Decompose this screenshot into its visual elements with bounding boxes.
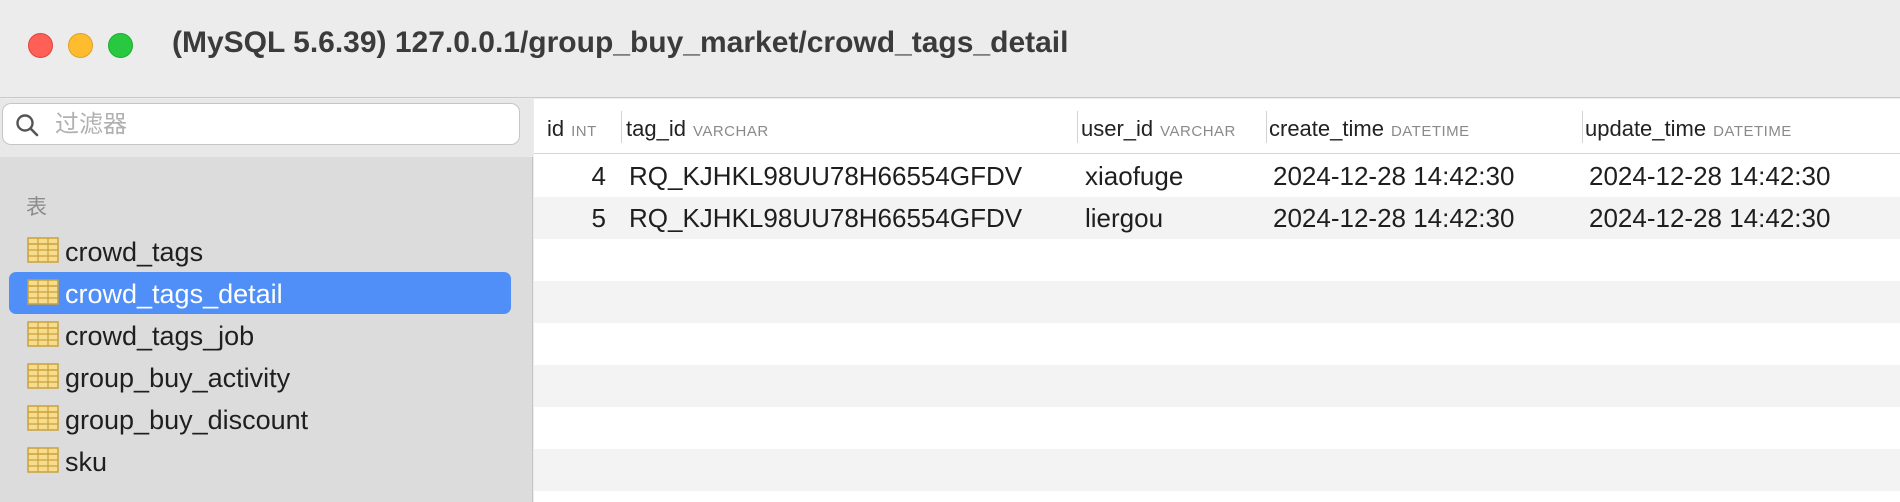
column-header-user-id[interactable]: user_id VARCHAR — [1081, 116, 1236, 142]
sidebar-item-label: crowd_tags — [65, 237, 204, 267]
column-header-row: id INT tag_id VARCHAR user_id VARCHAR creat… — [534, 99, 1900, 154]
grid-rows: 4 RQ_KJHKL98UU78H66554GFDV xiaofuge 2024… — [534, 155, 1900, 491]
cell-id[interactable]: 5 — [534, 203, 606, 234]
minimize-window-button[interactable] — [68, 33, 93, 58]
cell-create-time[interactable]: 2024-12-28 14:42:30 — [1273, 203, 1514, 234]
table-icon — [27, 237, 59, 263]
table-list: crowd_tags crowd_tags_detail crowd_tags_… — [9, 230, 511, 482]
data-grid: id INT tag_id VARCHAR user_id VARCHAR creat… — [534, 99, 1900, 502]
cell-tag-id[interactable]: RQ_KJHKL98UU78H66554GFDV — [629, 203, 1022, 234]
maximize-window-button[interactable] — [108, 33, 133, 58]
column-header-update-time[interactable]: update_time DATETIME — [1585, 116, 1792, 142]
column-resize-handle[interactable] — [1266, 111, 1267, 143]
search-icon — [16, 114, 39, 137]
sidebar-item-group-buy-discount[interactable]: group_buy_discount — [9, 398, 511, 440]
column-type: DATETIME — [1390, 123, 1470, 140]
table-icon — [27, 405, 59, 431]
window-title: (MySQL 5.6.39) 127.0.0.1/group_buy_marke… — [172, 26, 1069, 59]
column-resize-handle[interactable] — [621, 111, 622, 143]
table-icon — [27, 321, 59, 347]
column-resize-handle[interactable] — [1582, 111, 1583, 143]
column-header-tag-id[interactable]: tag_id VARCHAR — [626, 116, 769, 142]
sidebar-item-label: sku — [65, 447, 108, 477]
column-name: id — [547, 116, 565, 141]
column-name: update_time — [1585, 116, 1707, 141]
sidebar-item-label: crowd_tags_job — [65, 321, 255, 351]
sidebar-item-label: group_buy_activity — [65, 363, 291, 393]
sidebar-item-crowd-tags[interactable]: crowd_tags — [9, 230, 511, 272]
tables-section-label: 表 — [26, 195, 47, 219]
cell-update-time[interactable]: 2024-12-28 14:42:30 — [1589, 161, 1830, 192]
column-header-create-time[interactable]: create_time DATETIME — [1269, 116, 1470, 142]
cell-user-id[interactable]: liergou — [1085, 203, 1163, 234]
empty-row — [534, 281, 1900, 323]
sidebar-item-crowd-tags-detail[interactable]: crowd_tags_detail — [9, 272, 511, 314]
column-name: user_id — [1081, 116, 1154, 141]
sidebar-item-crowd-tags-job[interactable]: crowd_tags_job — [9, 314, 511, 356]
column-resize-handle[interactable] — [1077, 111, 1078, 143]
title-bar: (MySQL 5.6.39) 127.0.0.1/group_buy_marke… — [0, 0, 1900, 98]
table-row[interactable]: 5 RQ_KJHKL98UU78H66554GFDV liergou 2024-… — [534, 197, 1900, 239]
sidebar-item-group-buy-activity[interactable]: group_buy_activity — [9, 356, 511, 398]
column-name: tag_id — [626, 116, 686, 141]
empty-row — [534, 239, 1900, 281]
empty-row — [534, 365, 1900, 407]
cell-user-id[interactable]: xiaofuge — [1085, 161, 1183, 192]
table-row[interactable]: 4 RQ_KJHKL98UU78H66554GFDV xiaofuge 2024… — [534, 155, 1900, 197]
cell-create-time[interactable]: 2024-12-28 14:42:30 — [1273, 161, 1514, 192]
cell-id[interactable]: 4 — [534, 161, 606, 192]
table-icon — [27, 447, 59, 473]
sidebar: 表 crowd_tags crowd_tags_detail — [0, 99, 533, 502]
close-window-button[interactable] — [28, 33, 53, 58]
filter-input[interactable] — [55, 108, 505, 140]
sidebar-item-label: crowd_tags_detail — [65, 279, 283, 309]
column-type: DATETIME — [1713, 123, 1792, 140]
cell-update-time[interactable]: 2024-12-28 14:42:30 — [1589, 203, 1830, 234]
column-type: VARCHAR — [692, 123, 769, 140]
filter-bar — [0, 99, 533, 157]
filter-box[interactable] — [2, 103, 520, 145]
empty-row — [534, 407, 1900, 449]
sidebar-item-label: group_buy_discount — [65, 405, 309, 435]
empty-row — [534, 449, 1900, 491]
sidebar-item-sku[interactable]: sku — [9, 440, 511, 482]
column-header-id[interactable]: id INT — [547, 116, 597, 142]
column-type: VARCHAR — [1160, 123, 1236, 140]
empty-row — [534, 323, 1900, 365]
column-type: INT — [571, 123, 597, 140]
table-icon — [27, 363, 59, 389]
cell-tag-id[interactable]: RQ_KJHKL98UU78H66554GFDV — [629, 161, 1022, 192]
table-icon — [27, 279, 59, 305]
column-name: create_time — [1269, 116, 1384, 141]
